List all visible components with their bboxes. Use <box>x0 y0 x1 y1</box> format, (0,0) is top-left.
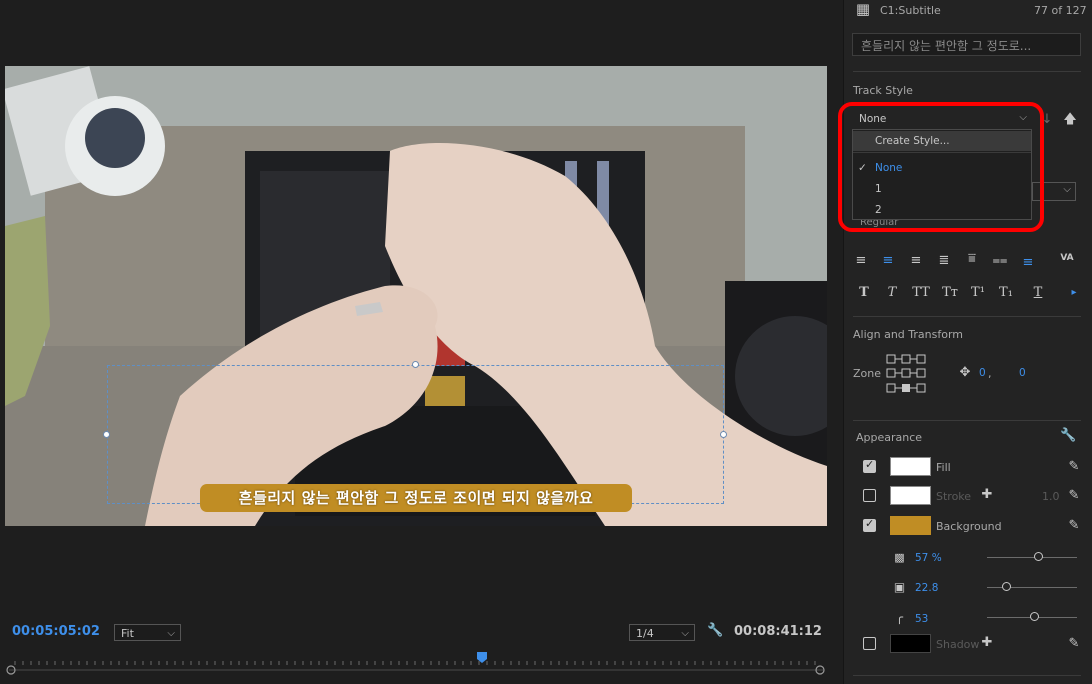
eyedropper-icon[interactable]: ✎ <box>1067 489 1081 502</box>
background-color-swatch[interactable] <box>890 516 931 535</box>
wrench-icon[interactable]: 🔧 <box>707 624 723 637</box>
timecode-duration: 00:08:41:12 <box>734 624 822 639</box>
track-style-heading: Track Style <box>853 84 913 97</box>
caption-track-icon: ▦ <box>855 0 871 18</box>
subscript-icon[interactable]: T₁ <box>998 286 1014 299</box>
divider <box>853 316 1081 317</box>
bold-icon[interactable]: T <box>856 286 872 299</box>
resolution-dropdown[interactable]: 1/4 ⌵ <box>629 624 695 641</box>
size-icon: ▣ <box>893 580 906 594</box>
eyedropper-icon[interactable]: ✎ <box>1067 460 1081 473</box>
size-slider-track[interactable] <box>987 587 1077 588</box>
fill-checkbox[interactable] <box>863 458 876 473</box>
add-stroke-icon[interactable]: ✚ <box>980 488 994 501</box>
position-move-icon: ✥ <box>959 365 971 380</box>
small-caps-icon[interactable]: Tт <box>939 286 961 299</box>
position-separator: , <box>988 367 992 380</box>
shadow-checkbox[interactable] <box>863 637 876 650</box>
eyedropper-icon[interactable]: ✎ <box>1067 519 1081 532</box>
align-middle-icon[interactable]: ⩵ <box>992 254 1008 267</box>
transform-handle-top[interactable] <box>412 361 419 368</box>
caption-text-field[interactable]: 흔들리지 않는 편안함 그 정도로... <box>852 33 1081 56</box>
stroke-color-swatch[interactable] <box>890 486 931 505</box>
appearance-heading: Appearance <box>856 431 923 444</box>
background-label: Background <box>936 520 1002 533</box>
corner-radius-icon: ╭ <box>895 610 904 624</box>
transform-handle-left[interactable] <box>103 431 110 438</box>
background-size-value[interactable]: 22.8 <box>915 582 938 594</box>
background-checkbox[interactable] <box>863 517 876 532</box>
subtitle-caption[interactable]: 흔들리지 않는 편안함 그 정도로 조이면 되지 않을까요 <box>200 484 632 512</box>
resolution-value: 1/4 <box>636 627 654 640</box>
justify-icon[interactable]: ≣ <box>936 254 952 267</box>
opacity-icon: ▩ <box>894 551 905 564</box>
stroke-checkbox[interactable] <box>863 489 876 502</box>
timeline-ruler[interactable] <box>5 652 827 676</box>
align-top-icon[interactable]: ⩸ <box>964 252 980 265</box>
timecode-current[interactable]: 00:05:05:02 <box>12 624 100 639</box>
zoom-dropdown[interactable]: Fit ⌵ <box>114 624 181 641</box>
corner-slider-knob[interactable] <box>1030 612 1039 621</box>
underline-icon[interactable]: T <box>1030 286 1046 299</box>
chevron-down-icon: ⌵ <box>167 628 175 639</box>
caption-track-name: C1:Subtitle <box>880 4 941 17</box>
shadow-label: Shadow <box>936 638 980 651</box>
paragraph-align-row: ≡ ≡ ≡ ≣ ⩸ ⩵ ≡ VA <box>853 252 1081 272</box>
size-slider-knob[interactable] <box>1002 582 1011 591</box>
align-left-icon[interactable]: ≡ <box>853 254 869 267</box>
highlight-annotation <box>838 102 1044 232</box>
text-style-row: T T TT Tт T¹ T₁ T ▸ <box>853 284 1081 304</box>
chevron-down-icon: ⌵ <box>1063 184 1071 195</box>
chevron-down-icon: ⌵ <box>681 628 689 639</box>
align-bottom-icon[interactable]: ≡ <box>1020 256 1036 269</box>
superscript-icon[interactable]: T¹ <box>970 286 986 299</box>
zone-label: Zone <box>853 367 882 380</box>
divider <box>853 71 1081 72</box>
fill-color-swatch[interactable] <box>890 457 931 476</box>
align-center-icon[interactable]: ≡ <box>880 254 896 267</box>
opacity-slider-knob[interactable] <box>1034 552 1043 561</box>
background-opacity-value[interactable]: 57 % <box>915 552 942 564</box>
italic-icon[interactable]: T <box>884 286 900 299</box>
stroke-width-value[interactable]: 1.0 <box>1042 490 1060 503</box>
vertical-text-icon[interactable]: VA <box>1056 252 1078 265</box>
align-right-icon[interactable]: ≡ <box>908 254 924 267</box>
caption-counter: 77 of 127 <box>1034 4 1087 17</box>
transform-handle-right[interactable] <box>720 431 727 438</box>
position-y-value[interactable]: 0 <box>1019 367 1026 379</box>
opacity-slider-track[interactable] <box>987 557 1077 558</box>
divider <box>853 675 1081 676</box>
caption-text-value: 흔들리지 않는 편안함 그 정도로... <box>861 39 1032 53</box>
background-corner-value[interactable]: 53 <box>915 613 928 625</box>
align-transform-heading: Align and Transform <box>853 328 963 341</box>
stroke-label: Stroke <box>936 490 972 503</box>
shadow-color-swatch[interactable] <box>890 634 931 653</box>
all-caps-icon[interactable]: TT <box>910 286 932 299</box>
add-shadow-icon[interactable]: ✚ <box>980 636 994 649</box>
push-style-up-icon[interactable]: 🡅 <box>1063 113 1077 126</box>
position-x-value[interactable]: 0 <box>979 367 986 379</box>
wrench-icon[interactable]: 🔧 <box>1060 429 1076 442</box>
eyedropper-icon[interactable]: ✎ <box>1067 637 1081 650</box>
fill-label: Fill <box>936 461 951 474</box>
zoom-value: Fit <box>121 627 134 640</box>
more-options-icon[interactable]: ▸ <box>1068 286 1080 299</box>
zone-grid[interactable] <box>886 354 926 394</box>
divider <box>853 420 1081 421</box>
